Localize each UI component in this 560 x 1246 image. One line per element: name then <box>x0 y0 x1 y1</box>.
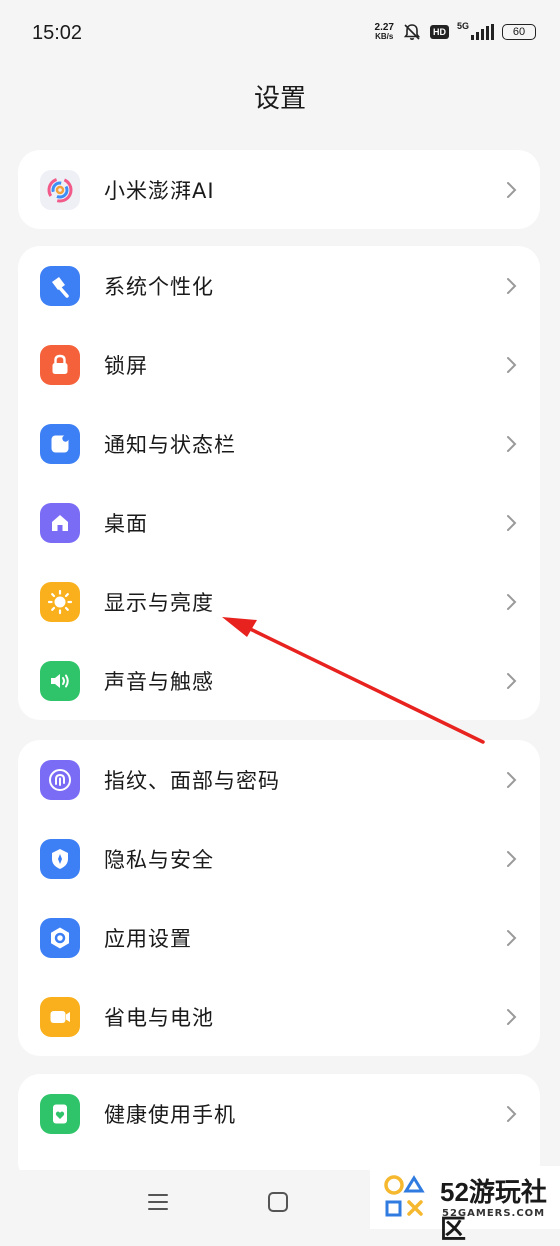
brush-icon <box>40 265 80 306</box>
notification-icon <box>40 423 80 464</box>
settings-item-label: 隐私与安全 <box>104 847 214 872</box>
settings-item-label: 指纹、面部与密码 <box>104 768 280 793</box>
battery-icon <box>40 996 80 1037</box>
network-speed: 2.27 KB/s <box>374 22 394 42</box>
clock: 15:02 <box>32 22 83 44</box>
settings-item-display-brightness[interactable]: 显示与亮度 <box>18 562 540 641</box>
chevron-right-icon <box>507 514 517 531</box>
home-button-icon[interactable] <box>266 1190 290 1214</box>
settings-item-lock-screen[interactable]: 锁屏 <box>18 325 540 404</box>
chevron-right-icon <box>507 929 517 946</box>
settings-item-notifications[interactable]: 通知与状态栏 <box>18 404 540 483</box>
settings-item-label: 省电与电池 <box>104 1005 214 1030</box>
chevron-right-icon <box>507 1008 517 1025</box>
battery-indicator: 60 <box>502 24 536 40</box>
chevron-right-icon <box>507 850 517 867</box>
chevron-right-icon <box>507 356 517 373</box>
gamepad-symbols-logo-icon <box>384 1175 425 1217</box>
speaker-icon <box>40 660 80 701</box>
chevron-right-icon <box>507 181 517 198</box>
settings-item-personalization[interactable]: 系统个性化 <box>18 246 540 325</box>
settings-item-privacy-security[interactable]: 隐私与安全 <box>18 819 540 898</box>
bell-muted-icon <box>403 24 421 40</box>
hd-badge: HD <box>429 25 449 39</box>
settings-group-personal: 系统个性化 锁屏 通知与状态栏 桌面 显示与亮度 声音与触感 <box>18 246 540 720</box>
watermark: 52游玩社区 52GAMERS.COM <box>370 1166 560 1244</box>
settings-item-label: 显示与亮度 <box>104 590 214 615</box>
status-icons: 2.27 KB/s HD 5G 60 <box>374 21 536 42</box>
sun-icon <box>40 581 80 622</box>
settings-item-battery[interactable]: 省电与电池 <box>18 977 540 1056</box>
settings-item-label: 小米澎湃AI <box>104 178 215 203</box>
lock-icon <box>40 344 80 385</box>
settings-item-label: 健康使用手机 <box>104 1102 236 1127</box>
network-type: 5G <box>456 21 469 31</box>
settings-item-label: 系统个性化 <box>104 274 214 299</box>
menu-icon[interactable] <box>146 1192 170 1212</box>
settings-item-fingerprint-face-password[interactable]: 指纹、面部与密码 <box>18 740 540 819</box>
chevron-right-icon <box>507 435 517 452</box>
settings-item-label: 锁屏 <box>104 353 148 378</box>
settings-item-home-screen[interactable]: 桌面 <box>18 483 540 562</box>
chevron-right-icon <box>507 672 517 689</box>
settings-item-app-settings[interactable]: 应用设置 <box>18 898 540 977</box>
chevron-right-icon <box>507 277 517 294</box>
settings-item-label: 桌面 <box>104 511 148 536</box>
hyperos-ai-icon <box>40 169 80 210</box>
chevron-right-icon <box>507 771 517 788</box>
chevron-right-icon <box>507 1105 517 1122</box>
settings-group-ai: 小米澎湃AI <box>18 150 540 229</box>
settings-item-hyperos-ai[interactable]: 小米澎湃AI <box>18 150 540 229</box>
settings-item-label: 应用设置 <box>104 926 192 951</box>
page-title: 设置 <box>253 84 306 114</box>
status-bar: 15:02 2.27 KB/s HD 5G 60 <box>0 0 560 70</box>
fingerprint-icon <box>40 759 80 800</box>
watermark-url: 52GAMERS.COM <box>442 1208 546 1219</box>
heart-phone-icon <box>40 1093 80 1134</box>
settings-item-sound-haptics[interactable]: 声音与触感 <box>18 641 540 720</box>
app-settings-icon <box>40 917 80 958</box>
chevron-right-icon <box>507 593 517 610</box>
privacy-shield-icon <box>40 838 80 879</box>
watermark-number: 52 <box>440 1177 469 1207</box>
home-icon <box>40 502 80 543</box>
settings-item-label: 声音与触感 <box>104 669 214 694</box>
watermark-text: 52游玩社区 52GAMERS.COM <box>440 1172 560 1246</box>
signal-icon <box>471 24 494 40</box>
settings-item-label: 通知与状态栏 <box>104 432 236 457</box>
settings-group-security: 指纹、面部与密码 隐私与安全 应用设置 省电与电池 <box>18 740 540 1056</box>
settings-item-digital-wellbeing[interactable]: 健康使用手机 <box>18 1074 540 1153</box>
